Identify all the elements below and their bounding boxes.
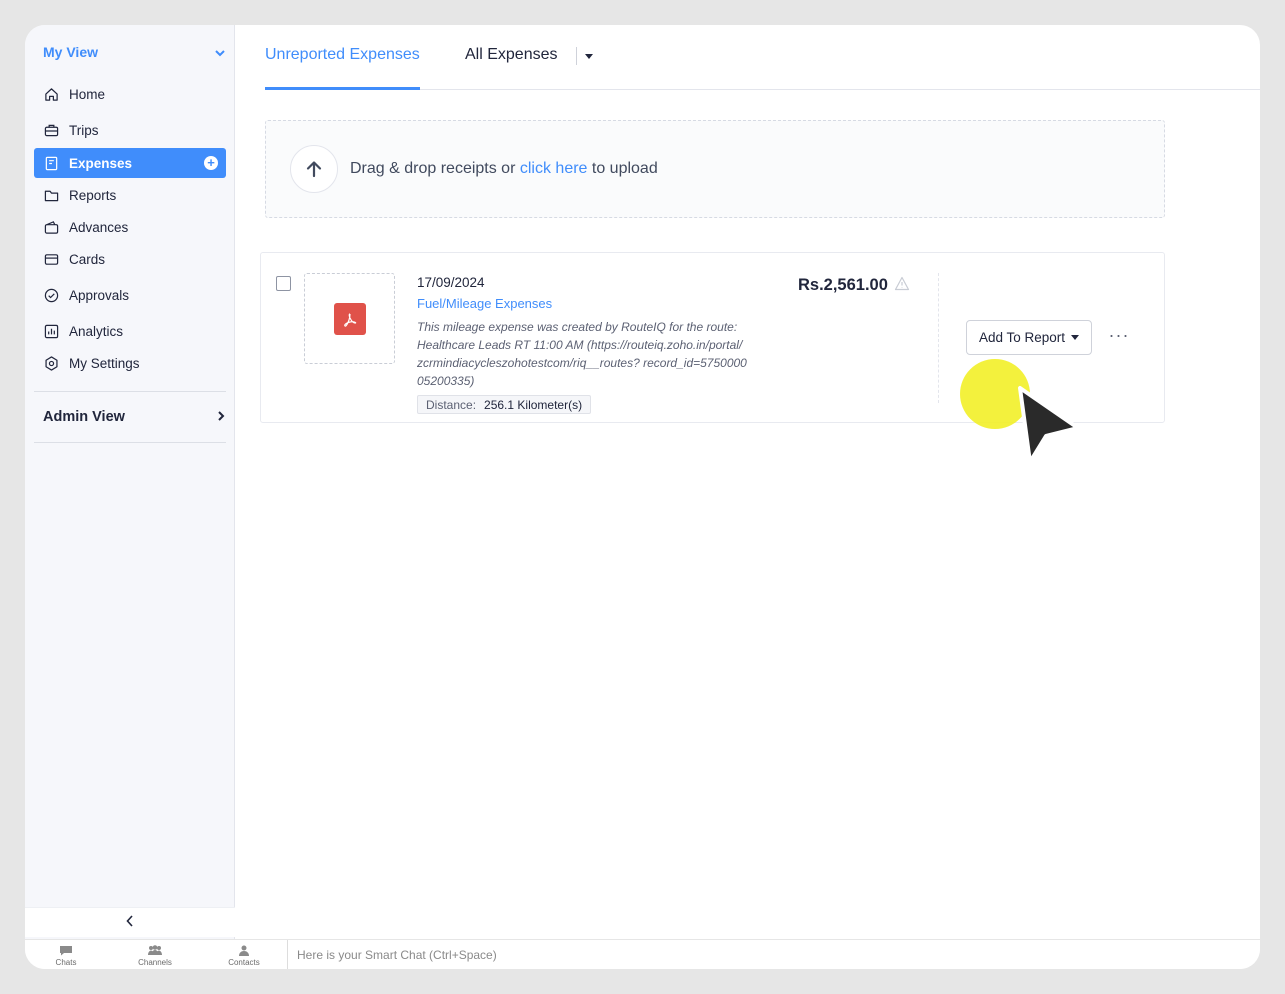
distance-label: Distance: [426,398,477,412]
trips-icon [42,121,60,139]
expense-tabs: Unreported Expenses All Expenses [265,45,1260,90]
settings-icon [42,354,60,372]
smart-chat-input[interactable]: Here is your Smart Chat (Ctrl+Space) [287,940,497,969]
collapse-sidebar-button[interactable] [25,907,235,937]
upload-text-after: to upload [591,160,658,177]
add-to-report-button[interactable]: Add To Report [966,320,1092,355]
sidebar-item-analytics[interactable]: Analytics [34,316,226,346]
pdf-icon [333,302,366,335]
chats-label: Chats [55,958,77,967]
sidebar-item-reports[interactable]: Reports [34,180,226,210]
expenses-icon [42,154,60,172]
sidebar-item-label: Cards [69,251,106,267]
sidebar-item-advances[interactable]: Advances [34,212,226,242]
receipt-thumbnail[interactable] [304,273,395,364]
sidebar-item-label: Analytics [69,323,124,339]
sidebar-item-my-settings[interactable]: My Settings [34,348,226,378]
channels-icon [147,945,163,958]
more-options-button[interactable]: ··· [1104,325,1134,350]
caret-down-icon [1071,335,1080,340]
chat-bar: Chats Channels Contacts Here is your Sma… [25,939,1260,969]
home-icon [42,85,60,103]
analytics-icon [42,322,60,340]
distance-badge: Distance: 256.1 Kilometer(s) [417,395,592,414]
chat-bubble-icon [59,945,73,958]
sidebar-item-approvals[interactable]: Approvals [34,280,226,310]
add-expense-icon[interactable]: + [204,156,218,170]
chevron-down-icon [215,44,225,60]
channels-button[interactable]: Channels [125,945,185,967]
receipt-dropzone[interactable]: Drag & drop receipts or click here to up… [265,120,1165,218]
sidebar-divider [34,391,226,392]
folder-icon [42,186,60,204]
sidebar-divider [34,442,226,443]
admin-view-toggle[interactable]: Admin View [43,407,225,427]
caret-down-icon[interactable] [585,54,593,59]
sidebar-item-cards[interactable]: Cards [34,244,226,274]
upload-instructions: Drag & drop receipts or click here to up… [350,160,658,178]
upload-link[interactable]: click here [520,160,588,177]
chats-button[interactable]: Chats [36,945,96,967]
my-view-toggle[interactable]: My View [43,42,225,62]
my-view-label: My View [43,44,98,60]
sidebar-item-label: Approvals [69,287,130,303]
card-divider [938,273,939,403]
expense-amount: Rs.2,561.00 [798,276,888,294]
sidebar-item-label: My Settings [69,355,140,371]
upload-arrow-icon [290,145,338,193]
upload-text-before: Drag & drop receipts or [350,160,516,177]
expense-description: This mileage expense was created by Rout… [417,320,747,388]
expense-category[interactable]: Fuel/Mileage Expenses [417,296,552,311]
chevron-left-icon [126,914,134,932]
contacts-label: Contacts [228,958,260,967]
card-icon [42,250,60,268]
app-window: My View Home Trips Expenses + Reports Ad… [25,25,1260,969]
sidebar-item-home[interactable]: Home [34,79,226,109]
chevron-right-icon [218,409,225,425]
channels-label: Channels [138,958,172,967]
contacts-button[interactable]: Contacts [214,945,274,967]
admin-view-label: Admin View [43,409,125,425]
expense-date: 17/09/2024 [417,275,485,290]
tab-separator [576,47,577,65]
mouse-pointer-icon [1010,380,1085,475]
contact-icon [238,945,250,958]
sidebar-item-label: Advances [69,219,129,235]
wallet-icon [42,218,60,236]
sidebar: My View Home Trips Expenses + Reports Ad… [25,25,235,969]
sidebar-item-label: Home [69,86,106,102]
sidebar-item-label: Expenses [69,155,133,171]
expense-checkbox[interactable] [276,276,291,291]
sidebar-item-expenses[interactable]: Expenses + [34,148,226,178]
sidebar-item-trips[interactable]: Trips [34,115,226,145]
warning-icon[interactable] [894,276,910,296]
add-to-report-label: Add To Report [978,330,1066,345]
check-circle-icon [42,286,60,304]
tab-unreported-expenses[interactable]: Unreported Expenses [265,45,420,90]
tab-all-expenses[interactable]: All Expenses [465,45,558,89]
sidebar-item-label: Trips [69,122,99,138]
sidebar-item-label: Reports [69,187,117,203]
distance-value: 256.1 Kilometer(s) [484,398,583,412]
